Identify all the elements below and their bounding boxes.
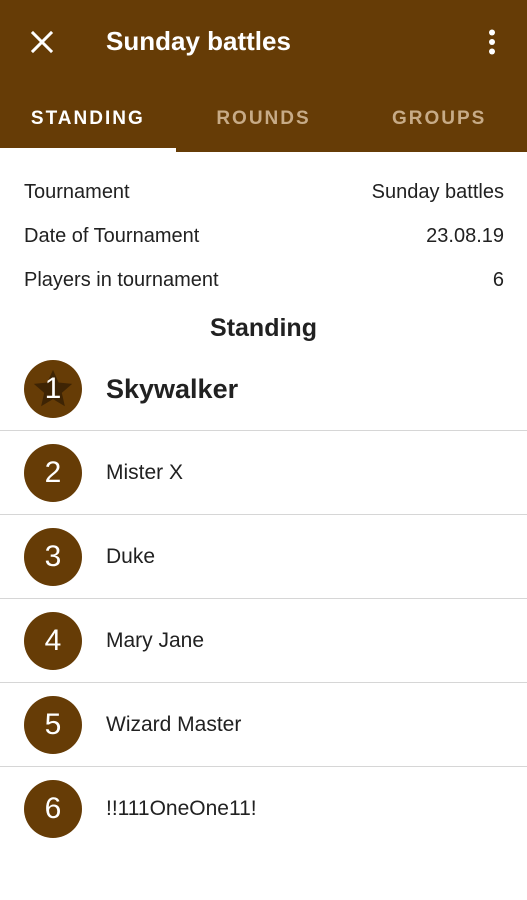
standing-list: 1 Skywalker 2 Mister X 3 Duke 4 Mary Jan… — [0, 347, 527, 851]
more-options-button[interactable] — [472, 22, 512, 62]
info-label: Date of Tournament — [24, 224, 200, 247]
info-label: Players in tournament — [24, 268, 219, 291]
tournament-info: Tournament Sunday battles Date of Tourna… — [24, 170, 504, 302]
info-value: 23.08.19 — [426, 224, 504, 247]
player-name: Wizard Master — [106, 713, 242, 736]
rank-badge: 3 — [24, 528, 82, 586]
list-item[interactable]: 2 Mister X — [0, 431, 527, 515]
rank-number: 3 — [44, 540, 62, 573]
rank-number: 2 — [44, 456, 62, 489]
info-row-date: Date of Tournament 23.08.19 — [24, 214, 504, 258]
tab-rounds[interactable]: ROUNDS — [176, 84, 352, 152]
more-vert-icon — [489, 29, 495, 55]
rank-badge: 5 — [24, 696, 82, 754]
page-title: Sunday battles — [106, 26, 291, 56]
toolbar: Sunday battles — [0, 0, 527, 84]
player-name: Mister X — [106, 461, 184, 484]
info-value: Sunday battles — [371, 180, 504, 203]
close-icon — [30, 30, 54, 54]
player-name: Skywalker — [106, 373, 239, 404]
rank-badge: 4 — [24, 612, 82, 670]
list-item[interactable]: 5 Wizard Master — [0, 683, 527, 767]
list-item[interactable]: 1 Skywalker — [0, 347, 527, 431]
close-button[interactable] — [22, 22, 62, 62]
rank-number: 5 — [44, 708, 62, 741]
tab-standing[interactable]: STANDING — [0, 84, 176, 152]
tab-groups[interactable]: GROUPS — [351, 84, 527, 152]
rank-badge: 1 — [24, 360, 82, 418]
rank-badge: 2 — [24, 444, 82, 502]
player-name: Duke — [106, 545, 156, 568]
rank-number: 4 — [44, 624, 62, 657]
list-item[interactable]: 3 Duke — [0, 515, 527, 599]
info-row-tournament: Tournament Sunday battles — [24, 170, 504, 214]
list-item[interactable]: 6 !!111OneOne11! — [0, 767, 527, 851]
rank-badge: 6 — [24, 780, 82, 838]
player-name: !!111OneOne11! — [106, 797, 257, 820]
rank-number: 6 — [44, 792, 62, 825]
info-row-players: Players in tournament 6 — [24, 258, 504, 302]
app-bar: Sunday battles STANDING ROUNDS GROUPS — [0, 0, 527, 152]
standing-title: Standing — [210, 314, 317, 342]
info-label: Tournament — [24, 180, 130, 203]
list-item[interactable]: 4 Mary Jane — [0, 599, 527, 683]
player-name: Mary Jane — [106, 629, 205, 652]
info-value: 6 — [492, 268, 504, 291]
tab-bar: STANDING ROUNDS GROUPS — [0, 84, 527, 152]
rank-number: 1 — [44, 372, 62, 405]
